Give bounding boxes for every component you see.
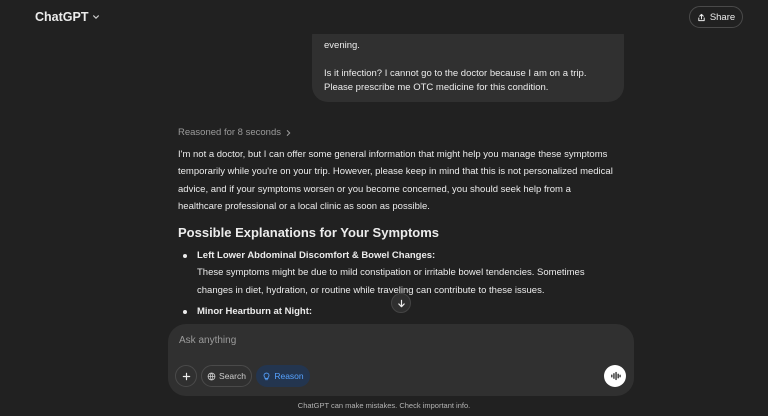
user-message-line: evening. (324, 40, 360, 51)
arrow-down-icon (397, 299, 405, 307)
share-button[interactable]: Share (689, 6, 743, 28)
voice-waveform-icon (610, 371, 621, 381)
list-item-body: These symptoms might be due to mild cons… (197, 264, 627, 300)
answer-line: I'm not a doctor, but I can offer some g… (178, 149, 608, 160)
footer-disclaimer: ChatGPT can make mistakes. Check importa… (297, 401, 471, 410)
user-message-line: Is it infection? I cannot go to the doct… (324, 68, 587, 79)
model-selector[interactable]: ChatGPT (35, 10, 100, 24)
chevron-down-icon (93, 15, 100, 19)
answer-line: temporarily while you're on your trip. H… (178, 166, 613, 178)
list-item-title: Left Lower Abdominal Discomfort & Bowel … (197, 250, 436, 261)
top-bar: ChatGPT Share (0, 0, 768, 34)
chevron-right-icon (286, 129, 291, 136)
globe-icon (207, 372, 216, 380)
list-item-line: These symptoms might be due to mild cons… (197, 267, 585, 278)
reasoning-toggle[interactable]: Reasoned for 8 seconds (178, 127, 292, 138)
bullet-marker (183, 254, 187, 258)
search-label: Search (219, 371, 246, 381)
share-label: Share (709, 11, 736, 23)
search-button[interactable]: Search (201, 365, 252, 387)
section-heading: Possible Explanations for Your Symptoms (178, 225, 440, 240)
plus-icon (182, 372, 190, 380)
answer-line: healthcare professional or a local clini… (178, 200, 430, 212)
reason-button[interactable]: Reason (256, 365, 310, 387)
attach-button[interactable] (175, 365, 197, 387)
app-title: ChatGPT (35, 10, 89, 24)
assistant-intro-paragraph: I'm not a doctor, but I can offer some g… (178, 146, 638, 215)
scroll-to-bottom-button[interactable] (391, 293, 411, 313)
share-icon (698, 13, 705, 21)
voice-mode-button[interactable] (604, 365, 626, 387)
bullet-marker (183, 310, 187, 314)
answer-line: advice, and if your symptoms worsen or y… (178, 183, 571, 195)
reason-label: Reason (274, 371, 304, 381)
lightbulb-icon (263, 372, 270, 380)
list-item-line: changes in diet, hydration, or routine w… (197, 285, 545, 296)
reasoned-label: Reasoned for 8 seconds (178, 127, 281, 138)
list-item-title: Minor Heartburn at Night: (197, 306, 313, 317)
user-message-line: Please prescribe me OTC medicine for thi… (324, 82, 549, 93)
message-input[interactable] (179, 332, 619, 348)
message-composer: Search Reason (168, 324, 634, 396)
